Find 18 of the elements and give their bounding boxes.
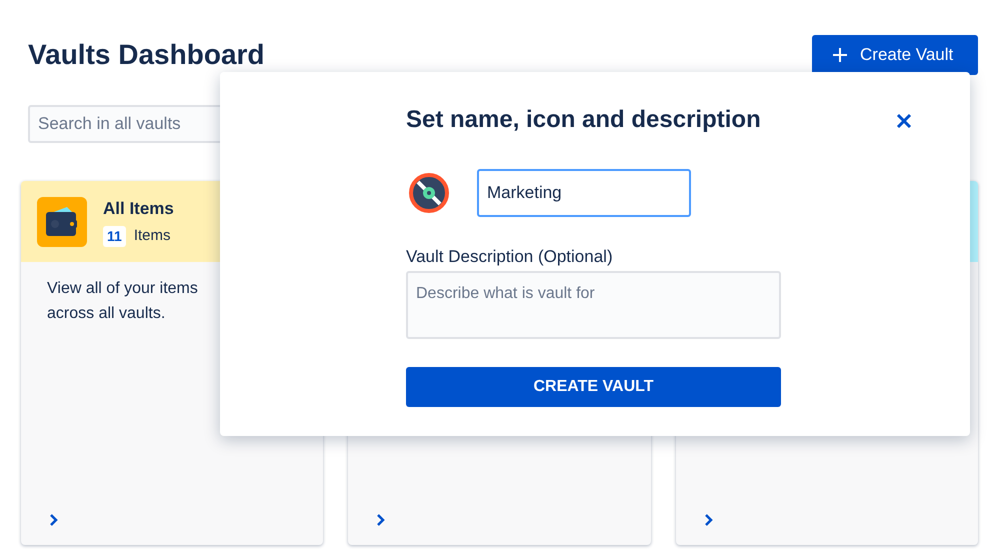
page-title: Vaults Dashboard <box>28 41 265 69</box>
description-field[interactable]: Describe what is vault for <box>406 271 781 339</box>
item-count: 11 <box>103 226 126 247</box>
create-vault-submit-button[interactable]: CREATE VAULT <box>406 367 781 407</box>
description-label: Vault Description (Optional) <box>406 246 614 268</box>
close-icon <box>896 113 912 129</box>
wallet-icon <box>37 196 87 246</box>
count-label: Items <box>134 226 170 246</box>
chevron-right-icon[interactable] <box>704 513 714 527</box>
modal-title: Set name, icon and description <box>406 105 761 135</box>
chevron-right-icon[interactable] <box>376 513 386 527</box>
card-description: View all of your items across all vaults. <box>47 279 199 324</box>
chevron-right-icon[interactable] <box>49 513 59 527</box>
disc-icon[interactable] <box>409 173 449 213</box>
vault-name-field[interactable]: Marketing <box>477 169 691 217</box>
card-title: All Items <box>103 198 174 220</box>
plus-icon <box>832 47 848 63</box>
create-vault-button[interactable]: Create Vault <box>812 35 978 75</box>
